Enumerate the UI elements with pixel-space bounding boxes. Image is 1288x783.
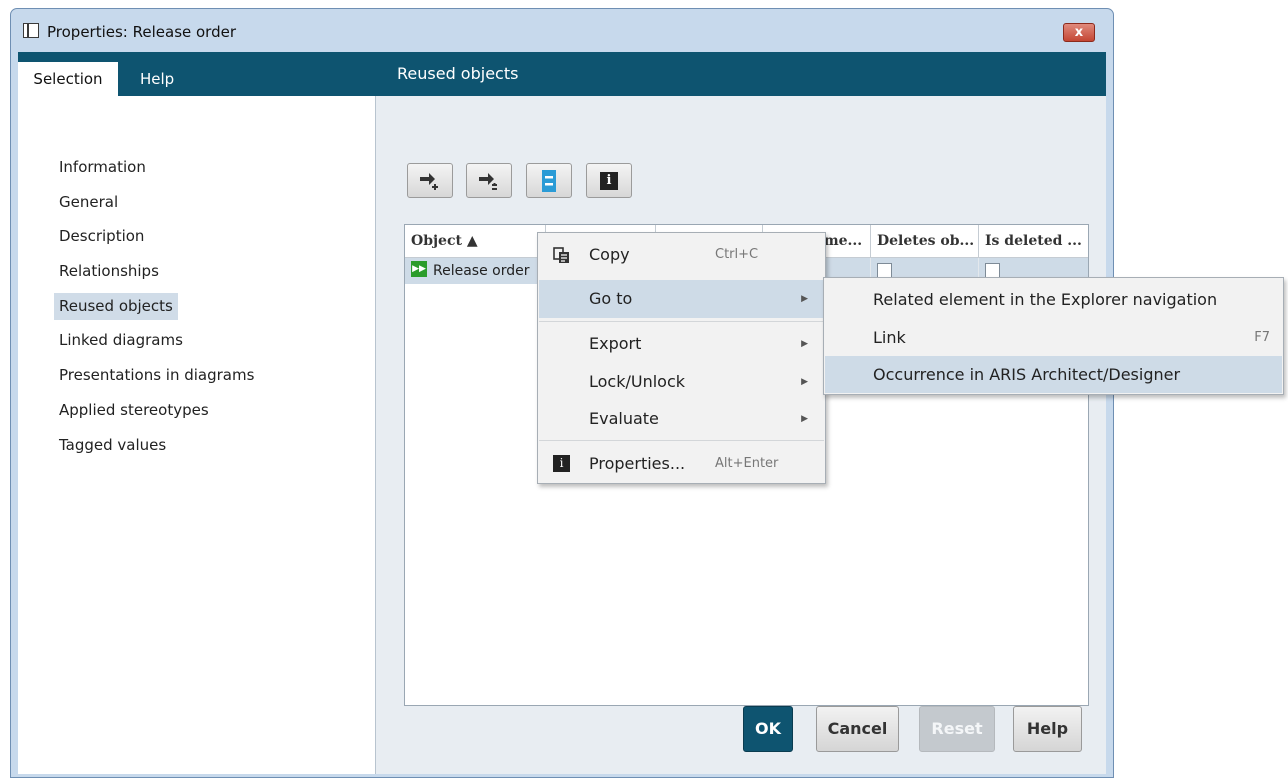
close-button[interactable]: x (1063, 23, 1095, 42)
menu-item-evaluate[interactable]: Evaluate ▶ (539, 400, 824, 438)
add-reused-button[interactable] (407, 163, 453, 198)
nav-item-linked-diagrams[interactable]: Linked diagrams (59, 327, 183, 354)
submenu-item-link[interactable]: Link F7 (825, 319, 1282, 356)
tab-strip: Selection Help (18, 52, 376, 96)
menu-item-export[interactable]: Export ▶ (539, 325, 824, 363)
info-icon: i (553, 455, 570, 472)
submenu-item-related-element[interactable]: Related element in the Explorer navigati… (825, 281, 1282, 318)
info-button[interactable]: i (586, 163, 632, 198)
nav-item-presentations[interactable]: Presentations in diagrams (59, 362, 254, 389)
submenu-arrow-icon: ▶ (801, 377, 808, 387)
properties-shortcut: Alt+Enter (715, 456, 779, 471)
context-menu: Copy Ctrl+C Go to ▶ Export ▶ Lock/Unlock… (537, 232, 826, 484)
replace-reused-button[interactable] (466, 163, 512, 198)
evaluate-label: Evaluate (589, 409, 659, 428)
list-view-icon (542, 170, 556, 192)
nav-item-reused-objects[interactable]: Reused objects (54, 293, 178, 320)
title-bar[interactable]: Properties: Release order x (11, 9, 1113, 53)
goto-label: Go to (589, 289, 633, 308)
function-icon: ▶▶ (411, 261, 427, 277)
column-header-object[interactable]: Object ▲ (405, 225, 546, 258)
submenu-arrow-icon: ▶ (801, 294, 808, 304)
related-element-label: Related element in the Explorer navigati… (873, 290, 1218, 309)
nav-item-applied-stereotypes[interactable]: Applied stereotypes (59, 397, 209, 424)
nav-item-information[interactable]: Information (59, 154, 146, 181)
menu-separator (539, 440, 824, 441)
column-header-deletes[interactable]: Deletes ob... (871, 225, 979, 258)
object-name: Release order (433, 263, 530, 279)
nav-item-description[interactable]: Description (59, 223, 144, 250)
tab-help[interactable]: Help (140, 62, 174, 96)
nav-item-relationships[interactable]: Relationships (59, 258, 159, 285)
arrow-add-icon (420, 173, 438, 190)
dialog-icon (23, 23, 39, 38)
submenu-arrow-icon: ▶ (801, 414, 808, 424)
cancel-button[interactable]: Cancel (816, 706, 899, 752)
section-title: Reused objects (376, 52, 1106, 96)
goto-submenu: Related element in the Explorer navigati… (823, 277, 1284, 395)
nav-item-tagged-values[interactable]: Tagged values (59, 432, 166, 459)
copy-icon (553, 247, 569, 263)
menu-item-copy[interactable]: Copy Ctrl+C (539, 236, 824, 274)
tab-selection[interactable]: Selection (18, 62, 118, 96)
submenu-item-occurrence[interactable]: Occurrence in ARIS Architect/Designer (825, 356, 1282, 393)
menu-item-properties[interactable]: i Properties... Alt+Enter (539, 445, 824, 483)
copy-label: Copy (589, 245, 630, 264)
reset-button[interactable]: Reset (919, 706, 995, 752)
info-icon: i (600, 172, 618, 190)
ok-button[interactable]: OK (743, 706, 793, 752)
export-label: Export (589, 334, 642, 353)
is-deleted-checkbox[interactable] (985, 262, 1000, 278)
lock-unlock-label: Lock/Unlock (589, 372, 686, 391)
column-header-is-deleted[interactable]: Is deleted ... (979, 225, 1088, 258)
menu-item-lock-unlock[interactable]: Lock/Unlock ▶ (539, 363, 824, 401)
help-button[interactable]: Help (1013, 706, 1082, 752)
link-shortcut: F7 (1254, 330, 1270, 345)
close-icon: x (1074, 25, 1084, 40)
menu-separator (539, 321, 824, 322)
occurrence-label: Occurrence in ARIS Architect/Designer (873, 365, 1181, 384)
show-columns-button[interactable] (526, 163, 572, 198)
submenu-arrow-icon: ▶ (801, 339, 808, 349)
link-label: Link (873, 328, 906, 347)
arrow-replace-icon (479, 173, 497, 190)
cell-object: ▶▶ Release order (405, 258, 546, 284)
nav-panel: Information General Description Relation… (18, 96, 376, 774)
copy-shortcut: Ctrl+C (715, 247, 759, 262)
nav-item-general[interactable]: General (59, 189, 118, 216)
menu-item-goto[interactable]: Go to ▶ (539, 280, 824, 318)
dialog-title: Properties: Release order (47, 23, 237, 41)
properties-label: Properties... (589, 454, 686, 473)
deletes-checkbox[interactable] (877, 262, 892, 278)
